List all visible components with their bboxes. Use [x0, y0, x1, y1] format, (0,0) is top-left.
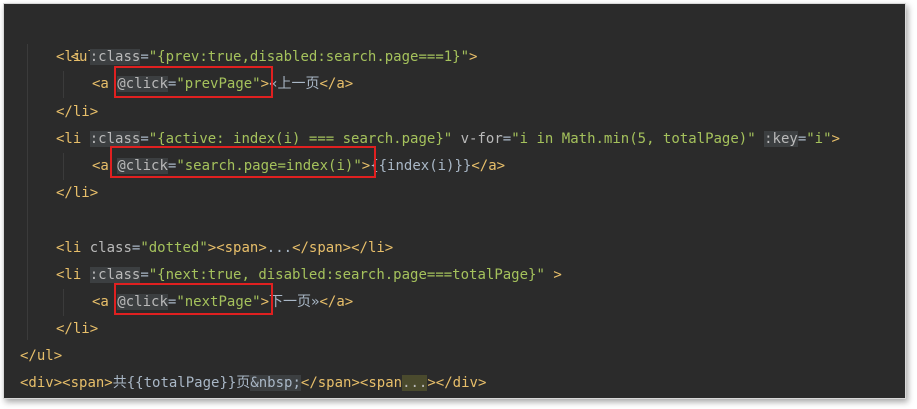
click-handler-value: "search.page=index(i)": [176, 157, 362, 174]
code-line: <a @click="search.page=index(i)">{{index…: [92, 157, 506, 174]
class-binding-attr: :class: [89, 130, 141, 147]
click-handler-value: "nextPage": [176, 293, 261, 310]
class-attr: class: [89, 239, 132, 256]
key-binding-attr: :key: [764, 130, 798, 147]
code-line: </li>: [20, 316, 840, 343]
link-text: 下一页»: [269, 293, 320, 310]
span-open-tag: <span>: [62, 375, 113, 392]
code-line: <a @click="prevPage">«上一页</a>: [92, 76, 354, 93]
class-binding-attr: :class: [89, 49, 141, 66]
class-binding-value: "{prev:true,disabled:search.page===1}": [148, 49, 470, 66]
a-open-tag: <a: [92, 293, 109, 310]
code-editor-window: <ul> <li :class="{prev:true,disabled:sea…: [3, 3, 906, 399]
class-binding-value: "{next:true, disabled:search.page===tota…: [148, 266, 545, 283]
li-open-tag: <li: [56, 49, 82, 66]
li-close-tag: </li>: [56, 185, 99, 202]
class-binding-attr: :class: [89, 266, 141, 283]
code-line: <li :class="{next:true, disabled:search.…: [56, 266, 562, 283]
code-line: <div><span>共{{totalPage}}页&nbsp;</span><…: [20, 375, 487, 392]
click-event-attr: @click: [117, 157, 168, 174]
li-open-tag: <li: [56, 239, 82, 256]
code-line: <ul>: [20, 17, 840, 65]
v-for-value: "i in Math.min(5, totalPage)": [511, 130, 756, 147]
key-binding-value: "i": [806, 130, 832, 147]
code-line: </li>: [20, 180, 840, 207]
span-open-tag: <span>: [216, 239, 267, 256]
a-open-tag: <a: [92, 157, 109, 174]
code-line: </ul>: [20, 343, 840, 370]
click-event-attr: @click: [117, 293, 168, 310]
li-close-tag: </li>: [56, 103, 99, 120]
code-line: <li :class="{active: index(i) === search…: [56, 130, 840, 147]
v-for-attr: v-for: [460, 130, 503, 147]
code-line: <li class="dotted"><span>...</span></li>: [56, 239, 394, 256]
div-close-tag: </div>: [435, 375, 487, 392]
click-handler-value: "prevPage": [176, 76, 261, 93]
li-open-tag: <li: [56, 130, 82, 147]
li-close-tag: </li>: [56, 321, 99, 338]
code-area[interactable]: <ul> <li :class="{prev:true,disabled:sea…: [20, 17, 840, 398]
click-event-attr: @click: [117, 76, 168, 93]
span-text: ...: [266, 239, 293, 256]
class-value: "dotted": [140, 239, 208, 256]
div-open-tag: <div>: [20, 375, 63, 392]
link-text: «上一页: [269, 76, 320, 93]
link-text: {{index(i)}}: [370, 157, 472, 174]
class-binding-value: "{active: index(i) === search.page}": [148, 130, 453, 147]
code-line: </li>: [20, 99, 840, 126]
span-text: 共{{totalPage}}页: [112, 375, 251, 392]
span-open-tag: <span: [359, 375, 403, 392]
folded-text[interactable]: ...: [402, 375, 428, 392]
ul-close-tag: </ul>: [20, 348, 63, 365]
a-open-tag: <a: [92, 76, 109, 93]
code-line: <a @click="nextPage">下一页»</a>: [92, 293, 354, 310]
li-open-tag: <li: [56, 266, 82, 283]
code-line: <li :class="{prev:true,disabled:search.p…: [56, 49, 478, 66]
nbsp-entity: &nbsp;: [250, 375, 301, 392]
